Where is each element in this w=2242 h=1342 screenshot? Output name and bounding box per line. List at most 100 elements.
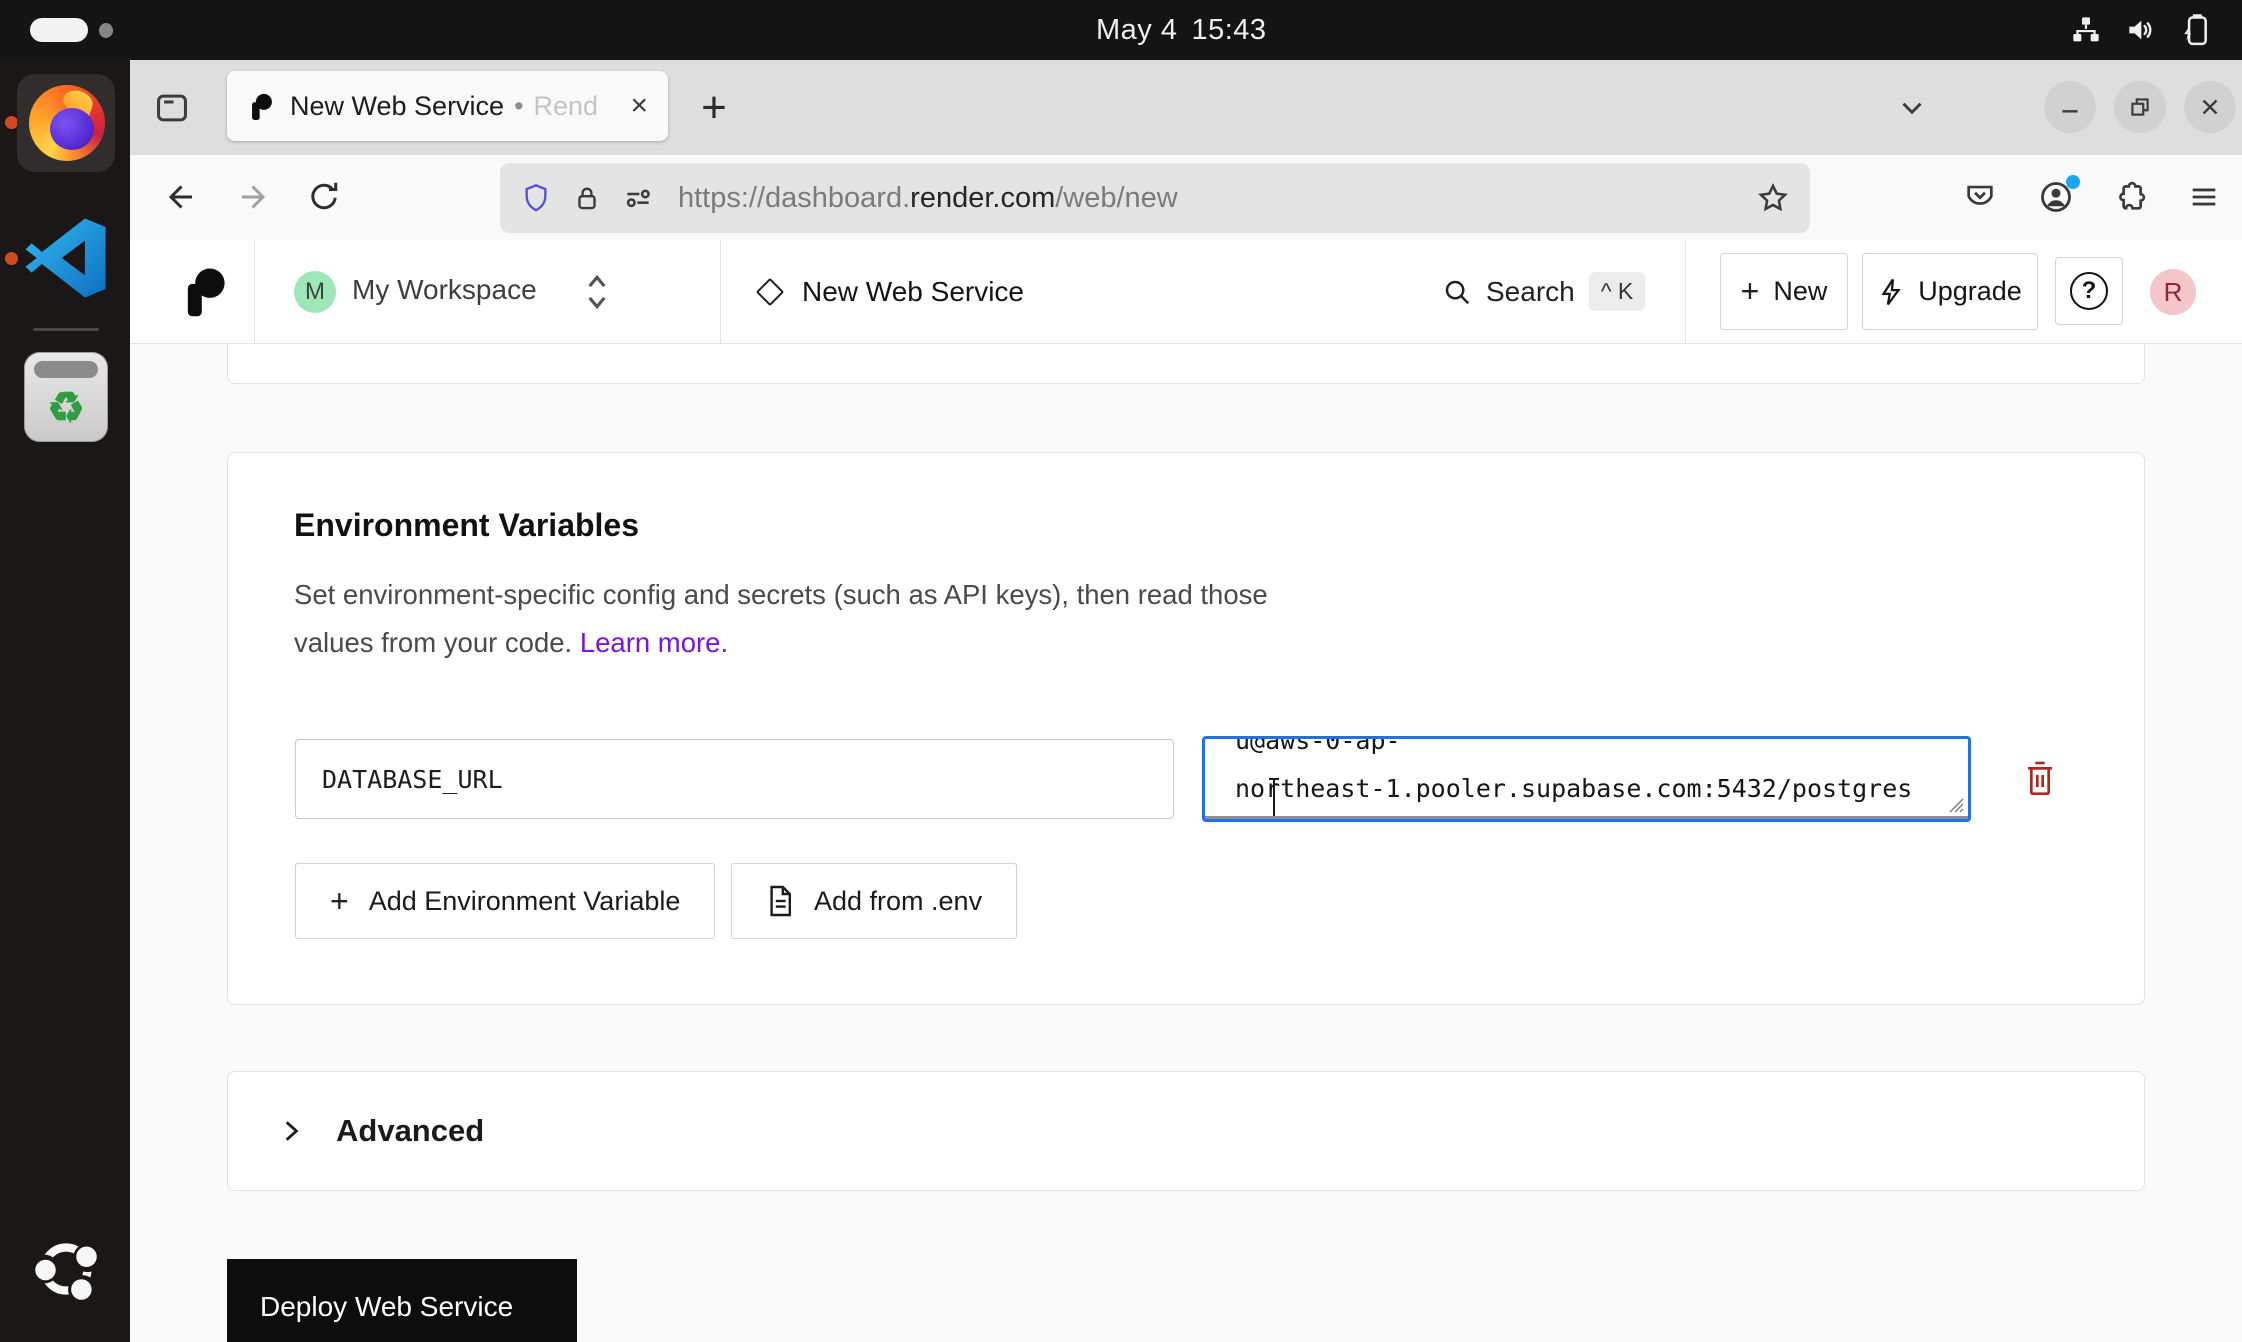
dock-divider bbox=[33, 328, 99, 331]
active-tab[interactable]: New Web Service•Rend × bbox=[227, 71, 668, 141]
search-label: Search bbox=[1486, 276, 1575, 308]
render-app: M My Workspace New Web Service Sear bbox=[130, 240, 2242, 1342]
screen: May 4 15:43 bbox=[0, 0, 2242, 1342]
pocket-icon bbox=[1963, 180, 1997, 214]
new-button[interactable]: + New bbox=[1720, 253, 1848, 330]
forward-button[interactable] bbox=[226, 169, 282, 225]
reload-icon bbox=[306, 179, 342, 215]
minimize-button[interactable] bbox=[2044, 81, 2096, 133]
section-description: Set environment-specific config and secr… bbox=[294, 571, 1268, 667]
search-shortcut-badge: ^ K bbox=[1589, 272, 1646, 311]
firefox-icon bbox=[29, 85, 105, 161]
section-heading: Environment Variables bbox=[294, 507, 639, 544]
battery-icon[interactable] bbox=[2178, 13, 2214, 47]
lock-icon[interactable] bbox=[572, 182, 602, 214]
render-logo-icon bbox=[180, 267, 228, 317]
trash-lid bbox=[34, 361, 98, 378]
firefox-window: New Web Service•Rend × + bbox=[130, 60, 2242, 1342]
close-icon bbox=[2197, 94, 2223, 120]
url-bar[interactable]: https://dashboard.render.com/web/new bbox=[500, 163, 1810, 233]
maximize-icon bbox=[2127, 94, 2153, 120]
pocket-button[interactable] bbox=[1952, 169, 2008, 225]
search-button[interactable]: Search ^ K bbox=[1442, 240, 1645, 343]
system-top-bar: May 4 15:43 bbox=[0, 0, 2242, 60]
extensions-button[interactable] bbox=[2102, 169, 2158, 225]
add-environment-variable-button[interactable]: + Add Environment Variable bbox=[295, 863, 715, 939]
forward-icon bbox=[236, 179, 272, 215]
hamburger-menu-icon bbox=[2187, 180, 2221, 214]
header-divider bbox=[1685, 240, 1686, 343]
help-button[interactable]: ? bbox=[2055, 257, 2123, 325]
activities-pill[interactable] bbox=[30, 18, 88, 42]
dock-ubuntu-button[interactable] bbox=[25, 1228, 107, 1310]
render-favicon-icon bbox=[247, 93, 274, 120]
text-cursor bbox=[1265, 777, 1283, 819]
chevron-down-icon bbox=[1895, 91, 1929, 125]
chevron-right-icon bbox=[278, 1116, 304, 1146]
dock-firefox-button[interactable] bbox=[17, 74, 115, 172]
workspace-indicator-dot bbox=[99, 23, 113, 38]
breadcrumb: New Web Service bbox=[760, 240, 1024, 343]
system-clock[interactable]: May 4 15:43 bbox=[1096, 0, 1267, 60]
shield-icon[interactable] bbox=[520, 182, 552, 214]
env-file-icon bbox=[766, 884, 794, 918]
extensions-puzzle-icon bbox=[2113, 180, 2147, 214]
new-tab-button[interactable]: + bbox=[688, 82, 740, 134]
textarea-inner-border bbox=[1205, 816, 1968, 819]
firefox-view-icon bbox=[153, 89, 191, 127]
header-divider bbox=[254, 240, 255, 343]
resize-handle-icon[interactable] bbox=[1947, 796, 1965, 814]
env-value-textarea[interactable]: u@aws-0-ap- northeast-1.pooler.supabase.… bbox=[1202, 736, 1971, 822]
workspace-switcher-button[interactable] bbox=[582, 270, 612, 314]
vscode-running-dot bbox=[5, 252, 18, 265]
plus-icon: + bbox=[1741, 273, 1760, 310]
header-divider bbox=[720, 240, 721, 343]
reload-button[interactable] bbox=[296, 169, 352, 225]
back-icon bbox=[162, 179, 198, 215]
url-text: https://dashboard.render.com/web/new bbox=[678, 182, 1178, 215]
env-key-input[interactable] bbox=[295, 739, 1174, 819]
help-icon: ? bbox=[2070, 272, 2108, 310]
learn-more-link[interactable]: Learn more. bbox=[580, 627, 728, 658]
navigation-bar: https://dashboard.render.com/web/new bbox=[130, 155, 2242, 240]
tab-bar: New Web Service•Rend × + bbox=[130, 60, 2242, 155]
up-down-chevron-icon bbox=[582, 270, 612, 314]
diamond-icon bbox=[756, 277, 784, 305]
page-content: Environment Variables Set environment-sp… bbox=[130, 344, 2242, 1342]
page-title: New Web Service bbox=[802, 276, 1024, 308]
workspace-name[interactable]: My Workspace bbox=[352, 274, 537, 306]
maximize-button[interactable] bbox=[2114, 81, 2166, 133]
back-button[interactable] bbox=[152, 169, 208, 225]
deploy-web-service-button[interactable]: Deploy Web Service bbox=[227, 1259, 577, 1342]
workspace-avatar: M bbox=[294, 271, 336, 313]
add-from-env-button[interactable]: Add from .env bbox=[731, 863, 1017, 939]
trash-icon bbox=[2024, 760, 2056, 798]
bolt-icon bbox=[1878, 277, 1904, 307]
volume-icon[interactable] bbox=[2124, 14, 2156, 46]
recycle-icon: ♻ bbox=[24, 382, 108, 434]
user-avatar[interactable]: R bbox=[2150, 269, 2196, 315]
clock-date: May 4 bbox=[1096, 14, 1177, 47]
tab-close-icon[interactable]: × bbox=[630, 91, 648, 121]
menu-button[interactable] bbox=[2176, 169, 2232, 225]
window-close-button[interactable] bbox=[2184, 81, 2236, 133]
env-value-text: u@aws-0-ap- northeast-1.pooler.supabase.… bbox=[1205, 739, 1968, 819]
account-button[interactable] bbox=[2028, 169, 2084, 225]
advanced-section-toggle[interactable]: Advanced bbox=[227, 1071, 2145, 1191]
bookmark-star-button[interactable] bbox=[1756, 181, 1790, 215]
delete-variable-button[interactable] bbox=[2014, 753, 2066, 805]
tab-title: New Web Service•Rend bbox=[290, 91, 598, 122]
dock-vscode-button[interactable] bbox=[23, 215, 109, 301]
previous-card-bottom bbox=[227, 344, 2145, 384]
firefox-view-button[interactable] bbox=[148, 84, 196, 132]
ubuntu-logo-icon bbox=[25, 1228, 107, 1310]
upgrade-button[interactable]: Upgrade bbox=[1862, 253, 2038, 330]
permissions-icon[interactable] bbox=[622, 182, 654, 214]
network-icon[interactable] bbox=[2070, 14, 2102, 46]
account-notification-dot bbox=[2066, 175, 2080, 189]
dock-trash-button[interactable]: ♻ bbox=[24, 352, 108, 442]
clock-time: 15:43 bbox=[1191, 14, 1266, 47]
advanced-label: Advanced bbox=[336, 1113, 484, 1149]
list-tabs-button[interactable] bbox=[1886, 84, 1938, 132]
minimize-icon bbox=[2057, 94, 2083, 120]
